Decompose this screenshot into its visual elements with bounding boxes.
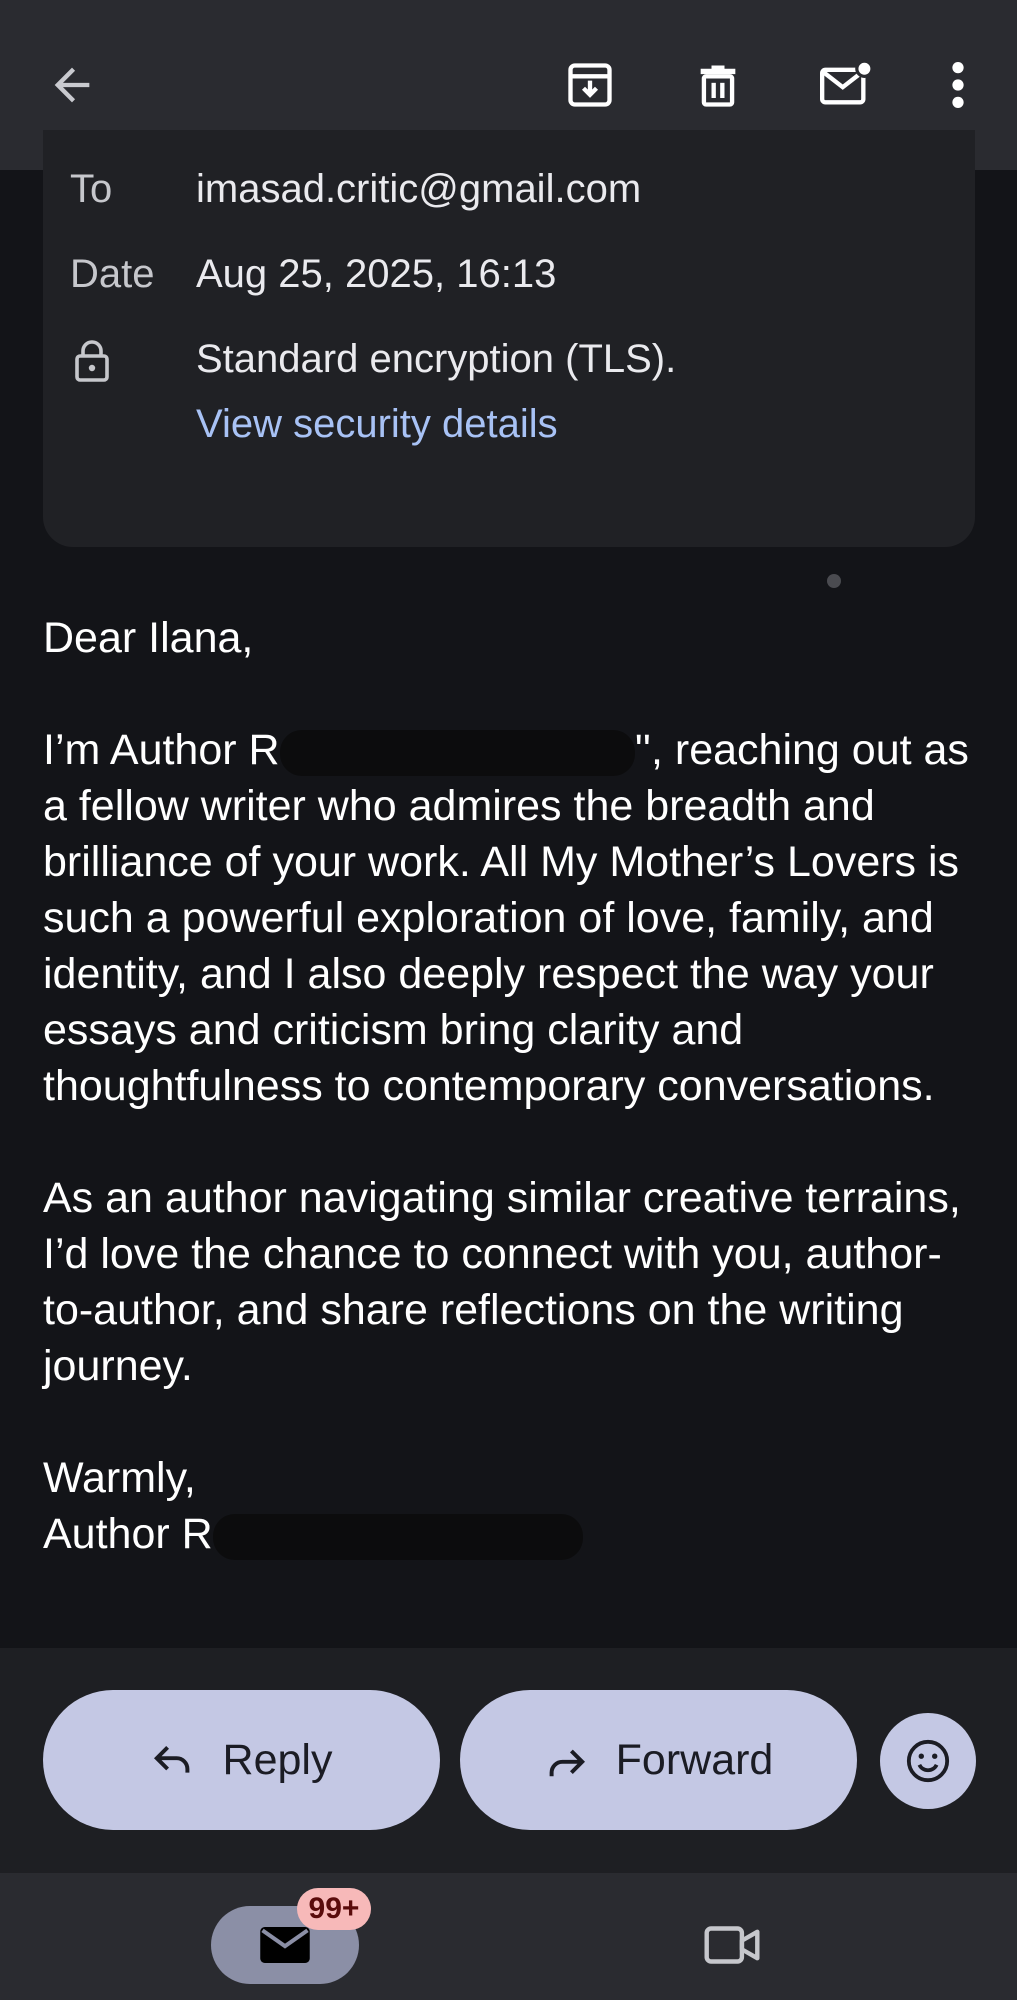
paragraph-1-mid: '', reaching out as — [634, 726, 969, 774]
redacted-name — [279, 729, 635, 776]
to-value: imasad.critic@gmail.com — [196, 167, 642, 211]
paragraph-1-start: I’m Author R — [43, 726, 280, 774]
date-label: Date — [70, 252, 155, 296]
redacted-signature — [212, 1513, 583, 1560]
signature: Author R — [43, 1510, 213, 1558]
paragraph-2: As an author navigating similar creative… — [43, 1174, 961, 1390]
paragraph-1: I’m Author R '', reaching out as a fellow … — [43, 722, 983, 1114]
back-button[interactable] — [32, 45, 112, 125]
unread-count-badge: 99+ — [297, 1888, 371, 1930]
trash-icon — [700, 65, 736, 107]
message-actions: Reply Forward — [0, 1648, 1017, 1873]
signoff: Warmly, — [43, 1454, 196, 1502]
arrow-back-icon — [54, 67, 90, 103]
signoff-block: Warmly, Author R — [43, 1450, 983, 1562]
to-label: To — [70, 167, 113, 211]
lock-icon — [74, 340, 110, 387]
scroll-indicator — [827, 574, 841, 588]
mail-icon — [260, 1927, 310, 1963]
bottom-navigation: 99+ — [0, 1873, 1017, 2000]
forward-arrow-icon — [544, 1742, 588, 1778]
greeting: Dear Ilana, — [43, 614, 254, 662]
delete-button[interactable] — [678, 45, 758, 125]
paragraph-1-rest: a fellow writer who admires the breadth … — [43, 782, 960, 1110]
reply-button[interactable]: Reply — [43, 1690, 440, 1830]
view-security-details-link[interactable]: View security details — [196, 402, 558, 447]
emoji-react-icon — [906, 1739, 950, 1783]
forward-button[interactable]: Forward — [460, 1690, 857, 1830]
mark-unread-icon — [820, 59, 874, 105]
more-vert-icon — [952, 62, 964, 108]
reply-label: Reply — [222, 1735, 333, 1784]
date-value: Aug 25, 2025, 16:13 — [196, 252, 557, 296]
video-camera-icon — [704, 1926, 760, 1964]
more-options-button[interactable] — [918, 45, 998, 125]
emoji-react-button[interactable] — [880, 1713, 976, 1809]
meet-tab[interactable] — [700, 1913, 764, 1977]
message-body: Dear Ilana, I’m Author R '', reaching out… — [43, 610, 983, 1562]
security-text: Standard encryption (TLS). — [196, 337, 677, 381]
archive-button[interactable] — [550, 45, 630, 125]
forward-label: Forward — [615, 1735, 774, 1784]
reply-arrow-icon — [151, 1742, 195, 1778]
archive-icon — [568, 63, 612, 107]
mark-unread-button[interactable] — [806, 45, 886, 125]
